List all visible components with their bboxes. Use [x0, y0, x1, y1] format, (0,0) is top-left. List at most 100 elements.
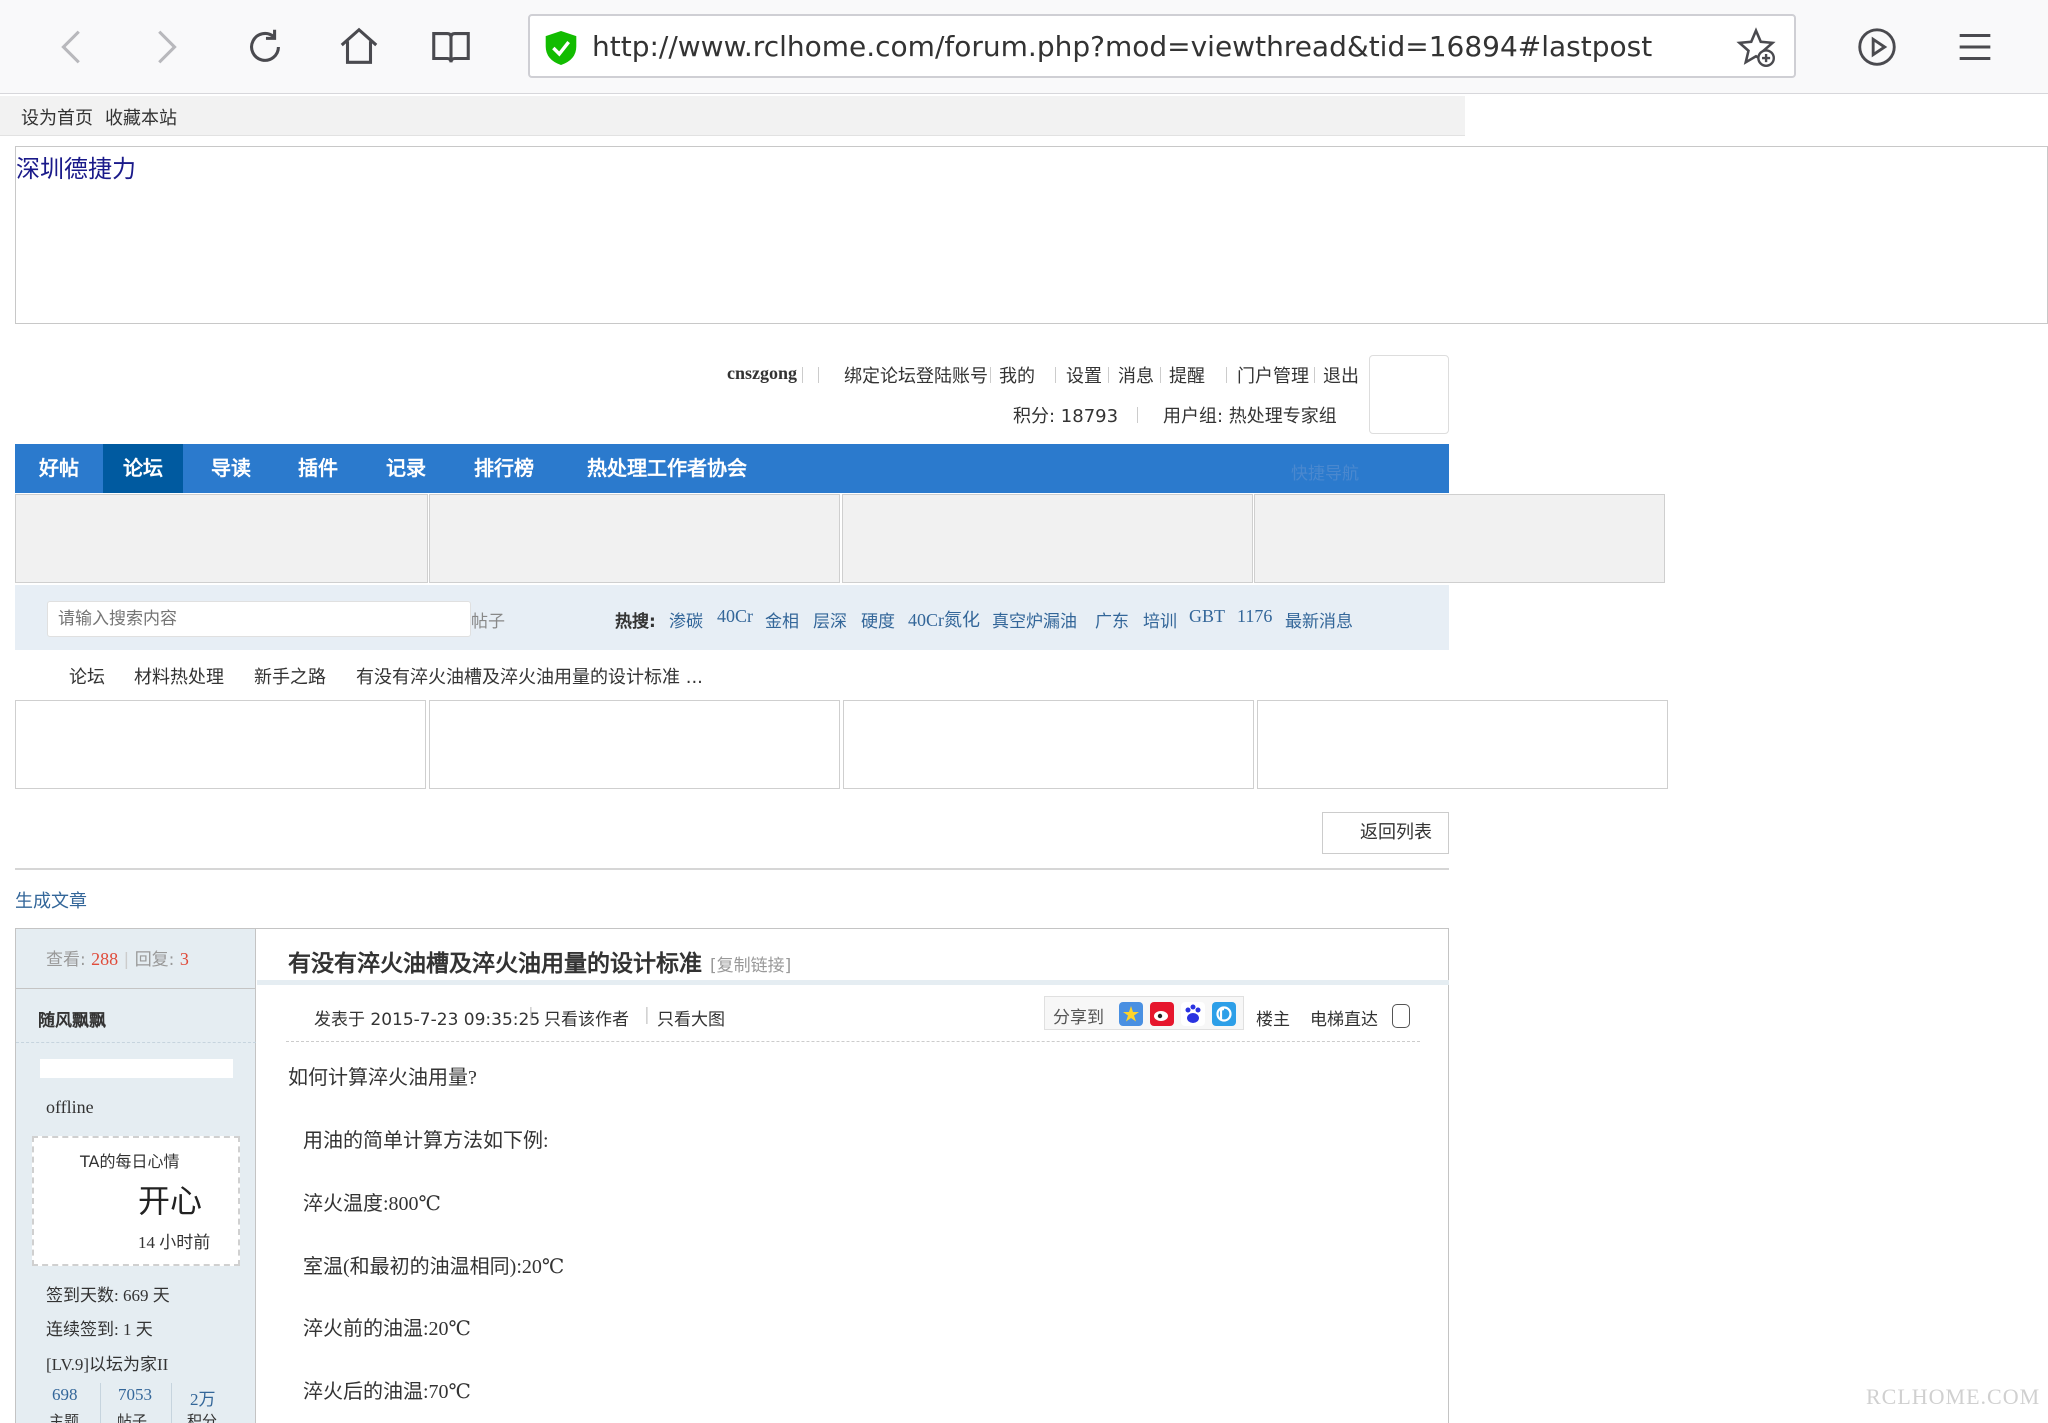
- user-avatar[interactable]: [1369, 355, 1449, 434]
- elevator-input[interactable]: [1392, 1004, 1410, 1028]
- replies-label: 回复:: [134, 950, 175, 970]
- post-line: 室温(和最初的油温相同):20℃: [303, 1256, 565, 1278]
- breadcrumb-thread[interactable]: 有没有淬火油槽及淬火油用量的设计标准 ...: [356, 663, 703, 689]
- nav-item-guide[interactable]: 导读: [191, 444, 271, 493]
- home-icon[interactable]: [330, 18, 388, 76]
- ad-slot: [429, 700, 840, 789]
- mine-link[interactable]: 我的: [999, 362, 1035, 388]
- secure-shield-icon: [545, 31, 577, 65]
- baidu-share-icon[interactable]: [1181, 1002, 1205, 1026]
- views-count: 288: [91, 949, 119, 969]
- hot-search-label: 热搜:: [615, 612, 656, 632]
- main-nav: 好帖 论坛 导读 插件 记录 排行榜 热处理工作者协会 快捷导航: [15, 444, 1449, 493]
- ad-slot: [1254, 494, 1665, 583]
- divider: [16, 1042, 256, 1043]
- breadcrumb-material[interactable]: 材料热处理: [134, 663, 224, 689]
- breadcrumb-forum[interactable]: 论坛: [69, 663, 105, 689]
- address-bar[interactable]: http://www.rclhome.com/forum.php?mod=vie…: [528, 14, 1796, 78]
- qzone-share-icon[interactable]: [1119, 1002, 1143, 1026]
- bookmark-star-icon[interactable]: [1734, 26, 1778, 70]
- bookmark-site-link[interactable]: 收藏本站: [105, 104, 177, 130]
- thread-stats: 查看: 288 | 回复: 3: [46, 949, 189, 970]
- search-bar: 帖子 热搜: 渗碳 40Cr 金相 层深 硬度 40Cr氮化 真空炉漏油 广东 …: [15, 585, 1449, 650]
- tencent-share-icon[interactable]: [1212, 1002, 1236, 1026]
- checkin-days: 签到天数: 669 天: [46, 1286, 170, 1305]
- hot-search-link[interactable]: 真空炉漏油: [992, 607, 1077, 632]
- set-home-link[interactable]: 设为首页: [21, 104, 93, 130]
- divider: [16, 988, 256, 989]
- ad-slot: [842, 494, 1253, 583]
- url-text: http://www.rclhome.com/forum.php?mod=vie…: [592, 30, 1653, 63]
- daily-mood-box: TA的每日心情 开心 14 小时前: [32, 1136, 240, 1266]
- ad-slot: [15, 700, 426, 789]
- reading-list-icon[interactable]: [422, 18, 480, 76]
- post-line: 用油的简单计算方法如下例:: [303, 1130, 549, 1152]
- breadcrumb-newbie[interactable]: 新手之路: [254, 663, 326, 689]
- hot-search-link[interactable]: 金相: [765, 607, 799, 632]
- nav-item-good-posts[interactable]: 好帖: [19, 444, 99, 493]
- reminders-link[interactable]: 提醒: [1169, 362, 1205, 388]
- only-images-link[interactable]: 只看大图: [657, 1005, 725, 1030]
- checkin-streak: 连续签到: 1 天: [46, 1320, 153, 1339]
- author-topics-label: 主题: [49, 1412, 80, 1423]
- hot-search-link[interactable]: 40Cr: [717, 606, 753, 627]
- share-box: 分享到: [1044, 996, 1244, 1030]
- author-posts-count[interactable]: 7053: [118, 1385, 152, 1405]
- author-name-link[interactable]: 随风飘飘: [38, 1006, 106, 1031]
- nav-item-records[interactable]: 记录: [366, 444, 446, 493]
- browser-toolbar: http://www.rclhome.com/forum.php?mod=vie…: [0, 0, 2048, 94]
- back-arrow-icon[interactable]: [44, 18, 102, 76]
- post-line: 淬火温度:800℃: [303, 1193, 441, 1215]
- hot-search-link[interactable]: GBT: [1189, 606, 1225, 627]
- logout-link[interactable]: 退出: [1323, 362, 1359, 388]
- site-banner: 深圳德捷力: [15, 146, 2048, 324]
- divider: [257, 980, 1449, 985]
- thread-title: 有没有淬火油槽及淬火油用量的设计标准 [复制链接]: [288, 944, 791, 978]
- forward-arrow-icon[interactable]: [136, 18, 194, 76]
- ad-slot: [429, 494, 840, 583]
- floor-label: 楼主: [1256, 1010, 1290, 1030]
- author-score-count[interactable]: 2万: [190, 1385, 216, 1410]
- top-links-bar: 设为首页 收藏本站: [0, 96, 1465, 136]
- nav-item-forum[interactable]: 论坛: [103, 444, 183, 493]
- hot-search-link[interactable]: 广东: [1095, 607, 1129, 632]
- author-topics-count[interactable]: 698: [52, 1385, 78, 1405]
- settings-link[interactable]: 设置: [1066, 362, 1102, 388]
- reader-play-icon[interactable]: [1848, 18, 1906, 76]
- weibo-share-icon[interactable]: [1150, 1002, 1174, 1026]
- hot-search-link[interactable]: 渗碳: [669, 607, 703, 632]
- ad-slot: [1257, 700, 1668, 789]
- generate-article-link[interactable]: 生成文章: [15, 887, 87, 913]
- hot-search-link[interactable]: 硬度: [861, 607, 895, 632]
- reload-icon[interactable]: [236, 18, 294, 76]
- points-link[interactable]: 积分: 18793: [1013, 402, 1118, 428]
- messages-link[interactable]: 消息: [1118, 362, 1154, 388]
- user-group-link[interactable]: 用户组: 热处理专家组: [1163, 402, 1337, 428]
- back-to-list-button[interactable]: 返回列表: [1322, 812, 1449, 854]
- nav-item-ranking[interactable]: 排行榜: [454, 444, 554, 493]
- nav-item-plugins[interactable]: 插件: [278, 444, 358, 493]
- elevator-label: 电梯直达: [1310, 1010, 1378, 1030]
- divider: [100, 1383, 101, 1423]
- username-link[interactable]: cnszgong: [727, 363, 797, 384]
- copy-link-button[interactable]: [复制链接]: [710, 956, 791, 976]
- hot-search-link[interactable]: 40Cr氮化: [908, 606, 980, 632]
- bind-account-link[interactable]: 绑定论坛登陆账号: [844, 362, 988, 388]
- search-type-dropdown[interactable]: 帖子: [471, 607, 505, 632]
- hot-search-link[interactable]: 培训: [1143, 607, 1177, 632]
- hot-search-link[interactable]: 层深: [813, 607, 847, 632]
- nav-item-association[interactable]: 热处理工作者协会: [567, 444, 767, 493]
- only-author-link[interactable]: 只看该作者: [544, 1005, 629, 1030]
- quick-nav-link[interactable]: 快捷导航: [1291, 459, 1359, 484]
- menu-icon[interactable]: [1946, 18, 2004, 76]
- author-score-label: 积分: [187, 1412, 218, 1423]
- post-line: 淬火后的油温:70℃: [303, 1381, 471, 1403]
- portal-admin-link[interactable]: 门户管理: [1237, 362, 1309, 388]
- author-rank-bar: [40, 1059, 233, 1078]
- hot-search-link[interactable]: 1176: [1237, 606, 1272, 627]
- hot-search-link[interactable]: 最新消息: [1285, 607, 1353, 632]
- search-input[interactable]: [47, 601, 471, 637]
- ad-slot: [15, 494, 428, 583]
- mood-label: TA的每日心情: [80, 1152, 180, 1171]
- site-title-link[interactable]: 深圳德捷力: [16, 149, 136, 184]
